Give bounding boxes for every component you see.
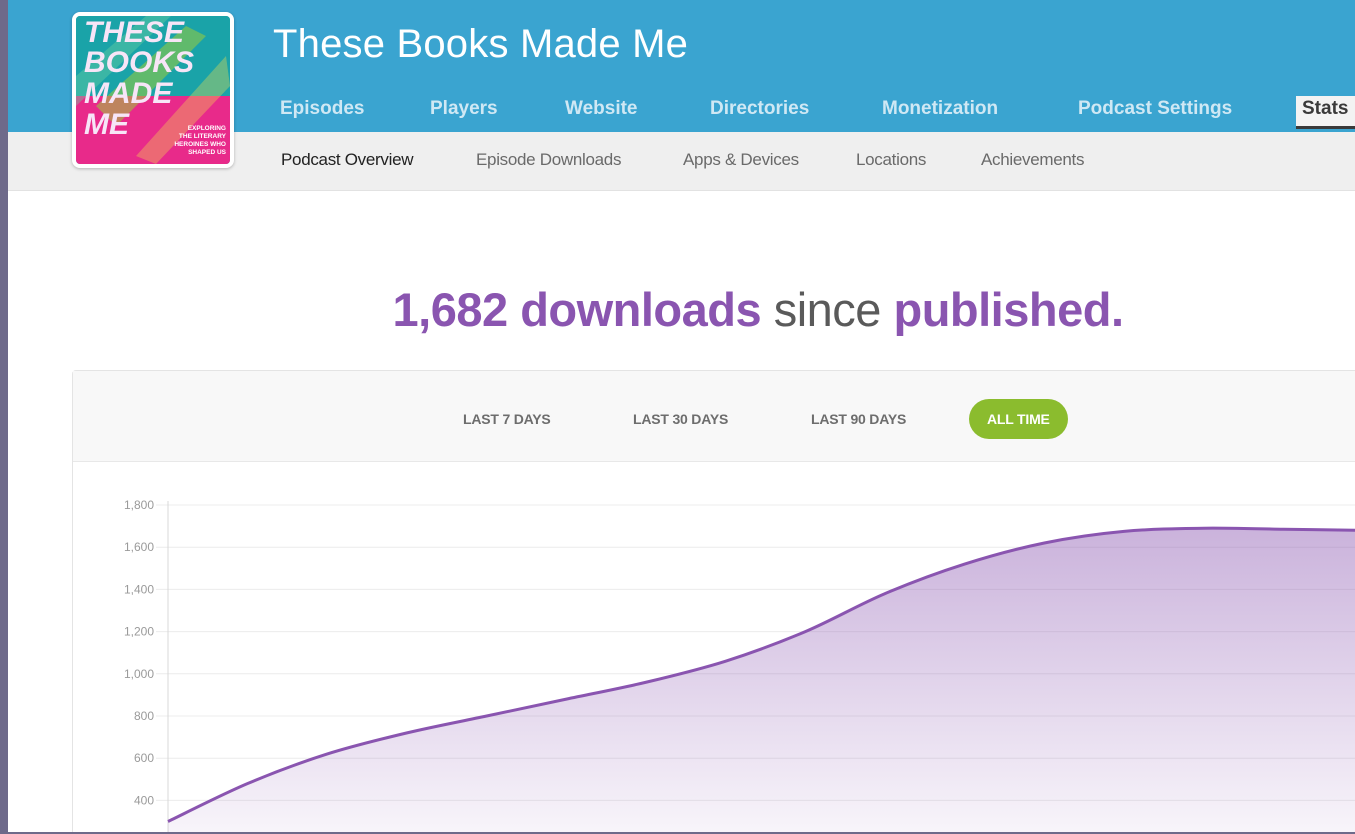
- y-tick-label: 1,000: [124, 667, 154, 681]
- downloads-area-fill: [168, 528, 1355, 832]
- y-tick-label: 600: [134, 751, 154, 765]
- downloads-area-chart: 1,800 1,600 1,400 1,200 1,000 800 600 400: [124, 498, 1355, 832]
- app-window: THESE BOOKS MADE ME EXPLORING THE LITERA…: [0, 0, 1355, 834]
- y-tick-label: 1,200: [124, 625, 154, 639]
- y-tick-label: 1,800: [124, 498, 154, 512]
- y-tick-label: 1,400: [124, 582, 154, 596]
- y-tick-label: 1,600: [124, 540, 154, 554]
- y-tick-label: 800: [134, 709, 154, 723]
- y-tick-label: 400: [134, 793, 154, 807]
